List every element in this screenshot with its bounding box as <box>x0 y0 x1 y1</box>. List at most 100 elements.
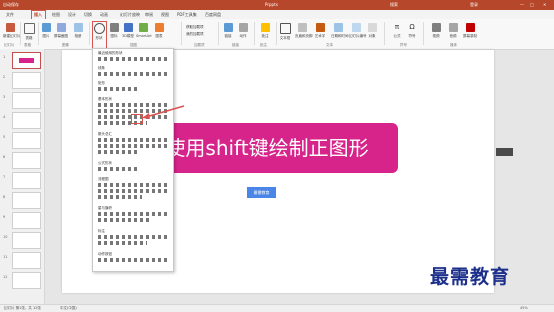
shape-row[interactable] <box>97 241 147 245</box>
zoom-level[interactable]: 45% <box>520 306 528 310</box>
action-button[interactable]: 动作 <box>236 23 250 38</box>
group-media: 媒体 <box>450 43 457 47</box>
date-time-button[interactable]: 日期和时间 <box>331 23 349 38</box>
section-callouts: 标注 <box>98 229 105 233</box>
shape-row[interactable] <box>97 87 137 91</box>
slide-thumbnail[interactable] <box>12 132 41 149</box>
header-footer-button[interactable]: 页眉和页脚 <box>295 23 313 38</box>
slide-thumbnail-selected[interactable] <box>12 52 41 69</box>
shape-row[interactable] <box>97 258 167 262</box>
thumb-number: 6 <box>3 155 6 159</box>
slide-thumbnail[interactable] <box>12 112 41 129</box>
shape-row[interactable] <box>97 57 167 61</box>
minimize-icon[interactable]: — <box>520 2 524 7</box>
get-addins-link[interactable]: 获取加载项 <box>186 25 204 30</box>
tab-transitions[interactable]: 切换 <box>84 12 92 18</box>
slide-thumbnail[interactable] <box>12 152 41 169</box>
search-hint[interactable]: 搜索 <box>390 2 398 8</box>
shapes-dropdown[interactable]: 最近使用的形状 线条 矩形 基本形状 箭头总汇 公式形状 流程图 星与旗帜 标注… <box>92 48 174 272</box>
picture-button[interactable]: 图片 <box>39 23 53 38</box>
slide-thumbnail[interactable] <box>12 272 41 289</box>
thumb-number: 4 <box>3 115 6 119</box>
autosave-label[interactable]: 自动保存 <box>3 2 19 8</box>
group-images: 图像 <box>62 43 69 47</box>
symbol-button[interactable]: Ω 符号 <box>405 23 419 38</box>
comment-button[interactable]: 批注 <box>258 23 272 38</box>
slide-thumbnail[interactable] <box>12 172 41 189</box>
slide-thumbnail[interactable] <box>12 192 41 209</box>
slide-thumbnail[interactable] <box>12 92 41 109</box>
screen-record-button[interactable]: 屏幕录制 <box>463 23 477 38</box>
dark-object[interactable] <box>496 148 513 156</box>
chart-icon <box>154 23 164 32</box>
language-indicator[interactable]: 中文(中国) <box>60 306 77 311</box>
group-symbols: 符号 <box>400 43 407 47</box>
ribbon-separator <box>218 22 219 45</box>
tab-baidu[interactable]: 百度网盘 <box>205 12 221 18</box>
shape-row[interactable] <box>97 212 167 216</box>
tab-draw[interactable]: 绘图 <box>52 12 60 18</box>
smartart-button[interactable]: SmartArt <box>136 23 152 38</box>
shape-row[interactable] <box>97 195 142 199</box>
slide-thumbnail[interactable] <box>12 72 41 89</box>
close-icon[interactable]: ✕ <box>543 2 546 7</box>
menu-bar: 文件 插入 绘图 设计 切换 动画 幻灯片放映 审阅 视图 PDF工具集 百度网… <box>0 10 554 19</box>
my-addins-link[interactable]: 我的加载项 <box>186 32 204 37</box>
slide-blue-button[interactable]: 最需教育 <box>247 187 276 198</box>
textbox-button[interactable]: 文本框 <box>278 23 292 40</box>
section-flowchart: 流程图 <box>98 177 109 181</box>
3d-model-button[interactable]: 3D模型 <box>121 23 135 38</box>
thumb-number: 3 <box>3 95 6 99</box>
link-button[interactable]: 链接 <box>221 23 235 38</box>
audio-button[interactable]: 音频 <box>446 23 460 38</box>
section-rectangles: 矩形 <box>98 81 105 85</box>
tab-review[interactable]: 审阅 <box>145 12 153 18</box>
video-button[interactable]: 视频 <box>429 23 443 38</box>
shape-row[interactable] <box>97 72 167 76</box>
shape-row[interactable] <box>97 150 137 154</box>
section-recent: 最近使用的形状 <box>98 51 123 55</box>
slide-thumbnail[interactable] <box>12 252 41 269</box>
date-time-icon <box>333 23 343 32</box>
tab-pdf[interactable]: PDF工具集 <box>177 12 197 18</box>
tab-file[interactable]: 文件 <box>6 12 14 18</box>
shape-row[interactable] <box>97 189 167 193</box>
watermark-logo: 最需教育 <box>430 266 511 288</box>
new-slide-button[interactable]: 新建幻灯片 <box>3 23 21 38</box>
maximize-icon[interactable]: □ <box>530 2 534 7</box>
wordart-icon <box>315 23 325 32</box>
tab-animations[interactable]: 动画 <box>100 12 108 18</box>
shape-row[interactable] <box>97 218 152 222</box>
group-addins: 加载项 <box>194 43 205 47</box>
screenshot-button[interactable]: 屏幕截图 <box>54 23 68 38</box>
slide-thumbnail[interactable] <box>12 232 41 249</box>
thumb-number: 5 <box>3 135 6 139</box>
section-arrows: 箭头总汇 <box>98 132 112 136</box>
video-icon <box>431 23 441 32</box>
thumb-number: 1 <box>3 55 6 59</box>
group-slides: 幻灯片 <box>4 43 15 47</box>
tab-view[interactable]: 视图 <box>161 12 169 18</box>
chart-button[interactable]: 图表 <box>152 23 166 38</box>
tab-slideshow[interactable]: 幻灯片放映 <box>120 12 140 18</box>
slide-thumbnail[interactable] <box>12 212 41 229</box>
shape-row[interactable] <box>97 144 167 148</box>
shape-row[interactable] <box>97 167 137 171</box>
wordart-button[interactable]: 艺术字 <box>313 23 327 38</box>
ribbon-separator <box>181 22 182 45</box>
icons-button[interactable]: 图标 <box>107 23 121 38</box>
table-button[interactable]: 表格 <box>22 23 36 40</box>
action-icon <box>238 23 248 32</box>
album-button[interactable]: 相册 <box>71 23 85 38</box>
object-button[interactable]: 对象 <box>365 23 379 38</box>
equation-button[interactable]: π 公式 <box>390 23 404 38</box>
slide-thumbnails-panel[interactable]: 1 2 3 4 5 6 7 8 9 10 11 12 <box>0 49 45 304</box>
screenshot-icon <box>56 23 66 32</box>
slide-title-banner[interactable]: 使用shift键绘制正图形 <box>136 123 398 173</box>
account-label[interactable]: 登录 <box>470 2 478 8</box>
tab-design[interactable]: 设计 <box>68 12 76 18</box>
shape-row[interactable] <box>97 235 167 239</box>
slide-number-button[interactable]: 幻灯片编号 <box>349 23 367 38</box>
shape-row[interactable] <box>97 138 167 142</box>
shape-row[interactable] <box>97 183 167 187</box>
